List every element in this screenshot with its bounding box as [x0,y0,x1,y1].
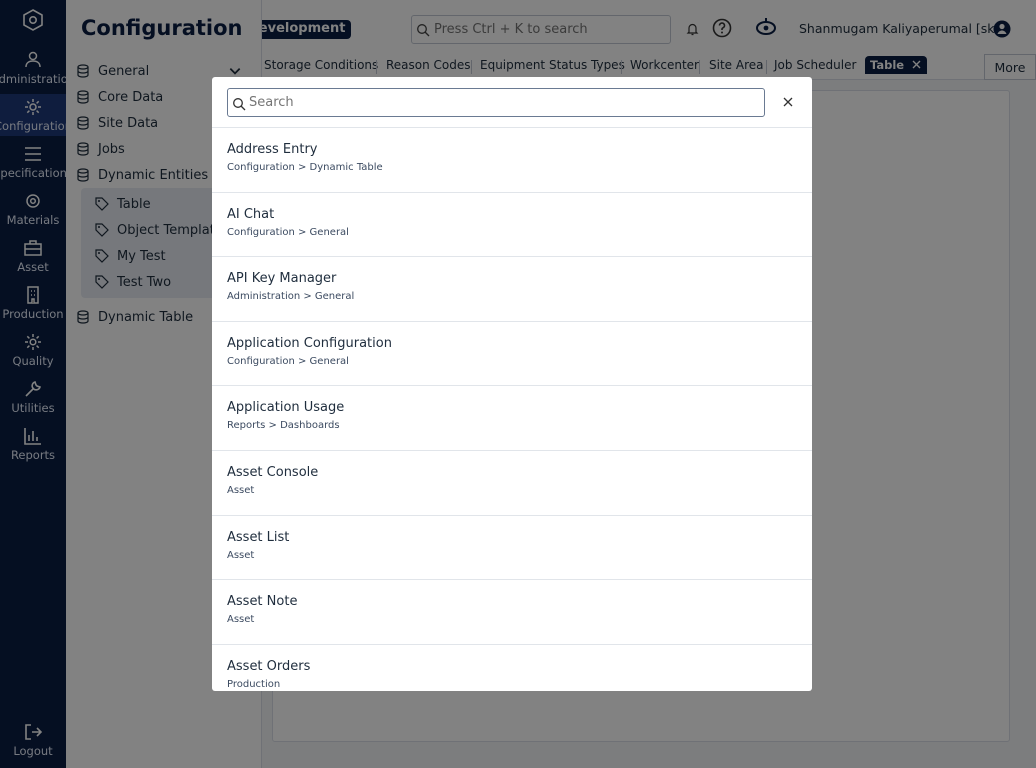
result-path: Production [227,678,281,690]
search-results-list: Address Entry Configuration > Dynamic Ta… [212,127,812,691]
result-name: Asset Note [227,594,298,610]
search-result-item[interactable]: Address Entry Configuration > Dynamic Ta… [212,128,812,193]
search-result-item[interactable]: Asset Console Asset [212,451,812,516]
modal-search-box[interactable] [227,88,765,117]
result-path: Asset [227,549,255,561]
result-path: Asset [227,614,255,626]
result-name: API Key Manager [227,271,337,287]
result-name: AI Chat [227,206,275,222]
result-name: Address Entry [227,142,318,157]
result-name: Application Configuration [227,335,392,351]
search-result-item[interactable]: AI Chat Configuration > General [212,193,812,258]
search-icon [233,98,246,111]
result-path: Configuration > General [227,355,349,367]
search-result-item[interactable]: Application Configuration Configuration … [212,322,812,387]
result-name: Asset List [227,529,290,545]
modal-search-input[interactable] [249,95,749,110]
result-path: Reports > Dashboards [227,420,340,432]
result-name: Asset Console [227,464,319,480]
result-path: Asset [227,484,255,496]
search-result-item[interactable]: Asset Note Asset [212,580,812,645]
result-path: Administration > General [227,291,355,303]
result-name: Asset Orders [227,658,311,674]
search-result-item[interactable]: Application Usage Reports > Dashboards [212,386,812,451]
search-result-item[interactable]: API Key Manager Administration > General [212,257,812,322]
result-path: Configuration > Dynamic Table [227,162,383,173]
close-icon[interactable] [781,95,795,109]
search-result-item[interactable]: Asset List Asset [212,516,812,581]
search-modal: Address Entry Configuration > Dynamic Ta… [212,77,812,691]
search-result-item[interactable]: Asset Orders Production [212,645,812,691]
result-name: Application Usage [227,400,345,416]
result-path: Configuration > General [227,226,349,238]
